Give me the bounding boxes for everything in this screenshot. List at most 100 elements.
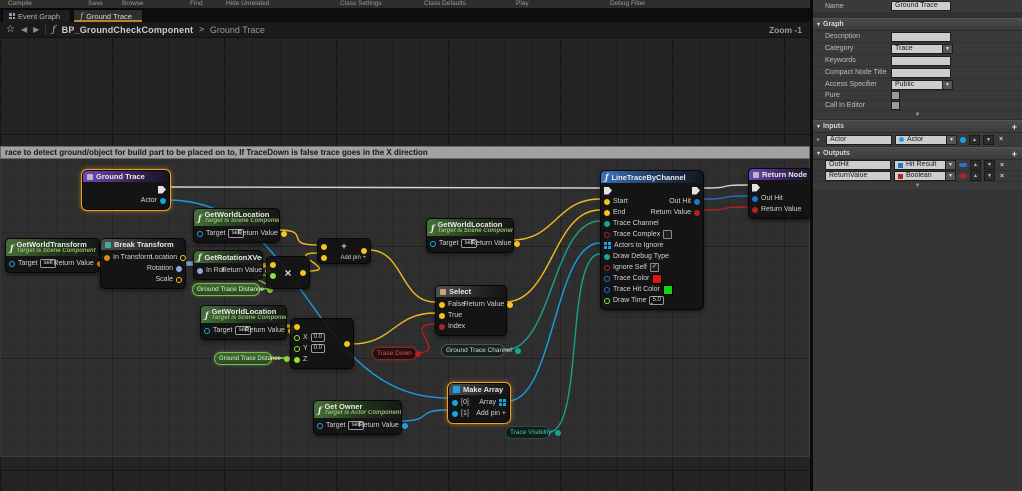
toolbar-compile[interactable]: Compile bbox=[8, 0, 32, 7]
node-break-transform[interactable]: Break TransformIn TransformLocationRotat… bbox=[100, 238, 186, 289]
pin-pin[interactable] bbox=[158, 186, 166, 194]
pin-value-field[interactable]: 0.0 bbox=[311, 333, 325, 342]
move-up-button[interactable]: ▲ bbox=[970, 160, 981, 170]
target-pin[interactable] bbox=[197, 231, 203, 237]
rotation-pin[interactable] bbox=[176, 266, 182, 272]
target-pin[interactable] bbox=[430, 241, 436, 247]
tab-event-graph[interactable]: Event Graph bbox=[2, 9, 71, 22]
move-up-button[interactable]: ▲ bbox=[970, 171, 981, 181]
tab-ground-trace[interactable]: ƒ Ground Trace bbox=[73, 9, 143, 22]
move-up-button[interactable]: ▲ bbox=[969, 135, 980, 145]
target-pin[interactable] bbox=[317, 423, 323, 429]
false-pin[interactable] bbox=[439, 302, 445, 308]
expander-icon[interactable]: ▸ bbox=[817, 136, 823, 143]
category-dropdown[interactable]: Trace ▼ bbox=[891, 44, 953, 54]
target-pin[interactable] bbox=[9, 261, 15, 267]
pin-pin[interactable] bbox=[515, 348, 521, 354]
toolbar-find[interactable]: Find bbox=[190, 0, 203, 7]
-0--pin[interactable] bbox=[452, 400, 458, 406]
actors-to-ignore-pin[interactable] bbox=[604, 242, 611, 249]
pin-pin[interactable] bbox=[555, 430, 561, 436]
node-multiply[interactable]: × bbox=[266, 256, 310, 289]
return-value-pin[interactable] bbox=[507, 302, 513, 308]
forward-arrow-icon[interactable]: ▶ bbox=[33, 25, 39, 34]
in-rot-pin[interactable] bbox=[197, 268, 203, 274]
return-value-pin[interactable] bbox=[514, 241, 520, 247]
blueprint-graph-canvas[interactable]: ☆ ◀ ▶ ƒ BP_GroundCheckComponent > Ground… bbox=[0, 22, 810, 491]
pin-pin[interactable] bbox=[321, 255, 327, 261]
pure-checkbox[interactable] bbox=[891, 91, 900, 100]
add-output-button[interactable]: + bbox=[1012, 149, 1017, 159]
toolbar-save[interactable]: Save bbox=[88, 0, 103, 7]
node-line-trace-by-channel[interactable]: ƒLineTraceByChannelStartOut HitEndReturn… bbox=[600, 170, 704, 310]
color-swatch[interactable] bbox=[652, 274, 662, 284]
node-make-array[interactable]: Make Array[0]Array[1]Add pin + bbox=[448, 383, 510, 423]
pin-pin[interactable] bbox=[415, 351, 421, 357]
pill-ground-trace-distance-2[interactable]: Ground Trace Distance bbox=[214, 352, 272, 365]
move-down-button[interactable]: ▼ bbox=[984, 171, 995, 181]
toolbar-class-defaults[interactable]: Class Defaults bbox=[424, 0, 466, 7]
return-value-pin[interactable] bbox=[752, 207, 758, 213]
breadcrumb-current[interactable]: Ground Trace bbox=[210, 25, 265, 35]
trace-complex-pin[interactable] bbox=[604, 232, 610, 238]
pin-pin[interactable] bbox=[361, 248, 367, 254]
y-pin[interactable] bbox=[294, 346, 300, 352]
node-get-world-location-3[interactable]: ƒGetWorldLocationTarget is Scene Compone… bbox=[426, 218, 514, 253]
pill-ground-trace-distance-1[interactable]: Ground Trace Distance bbox=[192, 283, 260, 296]
color-swatch[interactable] bbox=[663, 285, 673, 295]
pin-pin[interactable] bbox=[752, 184, 760, 192]
pin-pin[interactable] bbox=[321, 244, 327, 250]
pill-ground-trace-channel[interactable]: Ground Trace Channel bbox=[441, 344, 505, 357]
pin-pin[interactable] bbox=[270, 262, 276, 268]
pill-trace-down[interactable]: Trace Down bbox=[372, 347, 417, 360]
back-arrow-icon[interactable]: ◀ bbox=[21, 25, 27, 34]
node-add[interactable]: +Add pin + bbox=[317, 238, 371, 264]
outputs-section-header[interactable]: ▾ Outputs + bbox=[813, 147, 1022, 160]
array-pin[interactable] bbox=[499, 399, 506, 406]
node-get-world-location-2[interactable]: ƒGetWorldLocationTarget is Scene Compone… bbox=[200, 305, 287, 340]
advanced-expander[interactable]: ▼ bbox=[813, 182, 1022, 191]
name-input[interactable]: Ground Trace bbox=[891, 1, 951, 11]
pin-pin[interactable] bbox=[604, 187, 612, 195]
scale-pin[interactable] bbox=[176, 277, 182, 283]
draw-debug-type-pin[interactable] bbox=[604, 254, 610, 260]
pin-value-field[interactable]: 0.0 bbox=[311, 344, 325, 353]
pill-trace-visibility[interactable]: Trace Visibility bbox=[505, 426, 550, 439]
toolbar-hide-unrelated[interactable]: Hide Unrelated bbox=[226, 0, 269, 7]
pin-pin[interactable] bbox=[300, 270, 306, 276]
node-ground-trace[interactable]: Ground TraceActor bbox=[82, 170, 170, 210]
node-return-node[interactable]: Return NodeOut HitReturn Value bbox=[748, 168, 810, 219]
pin-checkbox[interactable]: ✓ bbox=[650, 263, 659, 272]
node-get-world-transform[interactable]: ƒGetWorldTransformTarget is Scene Compon… bbox=[5, 238, 100, 273]
keywords-input[interactable] bbox=[891, 56, 951, 66]
true-pin[interactable] bbox=[439, 313, 445, 319]
out-hit-pin[interactable] bbox=[752, 196, 758, 202]
comment-title[interactable]: race to detect ground/object for build p… bbox=[0, 146, 810, 159]
pin-checkbox[interactable] bbox=[663, 230, 672, 239]
location-pin[interactable] bbox=[180, 255, 186, 261]
description-input[interactable] bbox=[891, 32, 951, 42]
node-select[interactable]: SelectFalseReturn ValueTrueIndex bbox=[435, 285, 507, 336]
toolbar-play[interactable]: Play bbox=[516, 0, 529, 7]
output-type-dropdown[interactable]: Hit Result ▼ bbox=[894, 160, 956, 170]
-1--pin[interactable] bbox=[452, 411, 458, 417]
output-type-dropdown[interactable]: Boolean ▼ bbox=[894, 171, 956, 181]
access-specifier-dropdown[interactable]: Public ▼ bbox=[891, 80, 953, 90]
remove-button[interactable]: × bbox=[1000, 162, 1004, 169]
pin-pin[interactable] bbox=[294, 324, 300, 330]
index-pin[interactable] bbox=[439, 324, 445, 330]
trace-color-pin[interactable] bbox=[604, 276, 610, 282]
move-down-button[interactable]: ▼ bbox=[983, 135, 994, 145]
remove-button[interactable]: × bbox=[999, 136, 1003, 143]
add-pin-button[interactable]: Add pin + bbox=[340, 255, 366, 261]
in-transform-pin[interactable] bbox=[104, 255, 110, 261]
favorite-star-icon[interactable]: ☆ bbox=[6, 24, 15, 35]
add-input-button[interactable]: + bbox=[1012, 122, 1017, 132]
output-name-field[interactable]: OutHit bbox=[825, 160, 891, 170]
collapse-node-button[interactable]: ▴ bbox=[601, 300, 703, 307]
pin-pin[interactable] bbox=[344, 341, 350, 347]
node-make-vector[interactable]: X0.0Y0.0Z bbox=[290, 318, 354, 369]
graph-section-header[interactable]: ▾ Graph bbox=[813, 18, 1022, 31]
call-in-editor-checkbox[interactable] bbox=[891, 101, 900, 110]
trace-hit-color-pin[interactable] bbox=[604, 287, 610, 293]
